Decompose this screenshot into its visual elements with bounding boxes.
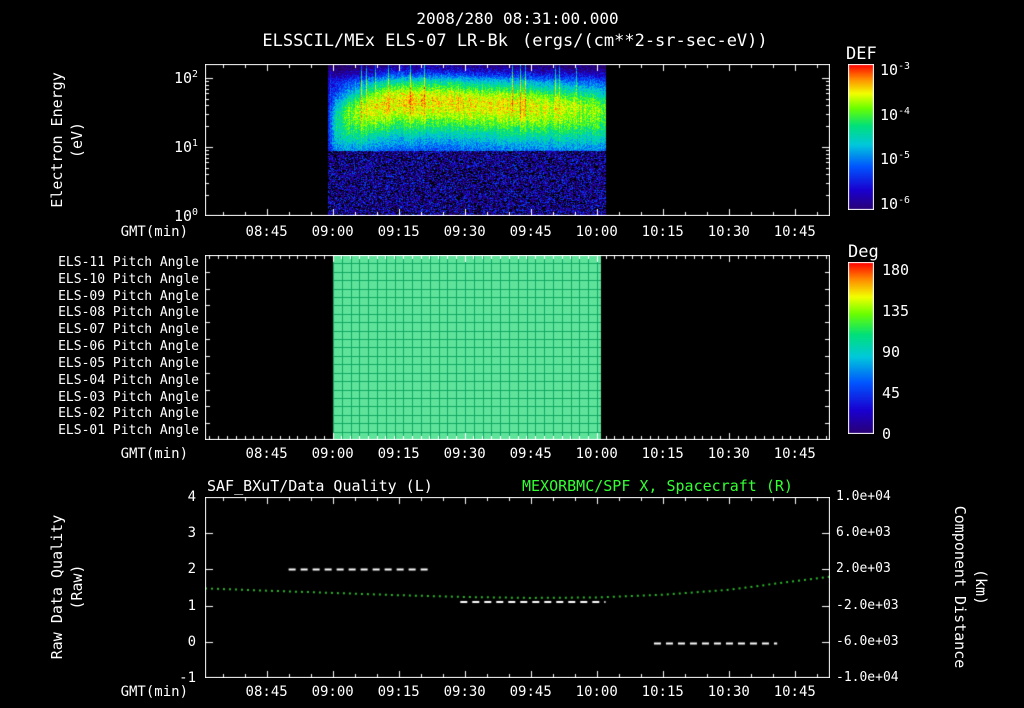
x-tick-label: 10:30 <box>707 446 750 462</box>
deg-colorbar-tick-label: 45 <box>882 384 901 402</box>
x-tick-label: 09:00 <box>311 224 354 240</box>
def-colorbar-tick-label: 10-5 <box>880 150 910 169</box>
energy-y-tick-label: 102 <box>173 68 198 87</box>
distance-y-tick-label: 6.0e+03 <box>836 525 891 541</box>
quality-y-tick-label: 0 <box>187 633 196 650</box>
pitch-angle-heatmap <box>205 255 830 440</box>
pitch-row-label: ELS-04 Pitch Angle <box>58 372 199 388</box>
right-y-axis-label: Component Distance <box>951 505 969 669</box>
pitch-row-label: ELS-01 Pitch Angle <box>58 423 199 439</box>
quality-y-tick-label: 3 <box>187 525 196 542</box>
x-tick-label: 09:45 <box>509 446 552 462</box>
x-axis-label: GMT(min) <box>120 446 188 462</box>
deg-colorbar-tick-label: 180 <box>882 261 910 279</box>
x-tick-label: 09:15 <box>377 446 420 462</box>
distance-y-tick-label: 2.0e+03 <box>836 561 891 577</box>
x-tick-label: 09:00 <box>311 446 354 462</box>
x-tick-label: 08:45 <box>245 684 288 700</box>
def-colorbar-title: DEF <box>846 44 877 64</box>
energy-y-tick-label: 100 <box>173 207 198 225</box>
pitch-row-label: ELS-10 Pitch Angle <box>58 271 199 287</box>
deg-colorbar-tick-label: 90 <box>882 343 901 361</box>
quality-y-tick-label: 1 <box>187 597 196 614</box>
pitch-row-label: ELS-02 Pitch Angle <box>58 406 199 422</box>
spectrogram-y-axis-label: Electron Energy <box>48 72 66 208</box>
pitch-row-label: ELS-11 Pitch Angle <box>58 255 199 270</box>
deg-colorbar <box>848 262 874 434</box>
distance-y-tick-label: -2.0e+03 <box>836 597 899 613</box>
instrument-title: ELSSCIL/MEx ELS-07 LR-Bk <box>262 31 508 51</box>
x-tick-label: 09:15 <box>377 224 420 240</box>
x-tick-label: 10:45 <box>773 224 816 240</box>
x-axis-label: GMT(min) <box>120 684 188 700</box>
science-plot-viewer: 2008/280 08:31:00.000 ELSSCIL/MEx ELS-07… <box>0 0 1024 708</box>
distance-y-tick-label: -6.0e+03 <box>836 633 899 649</box>
distance-y-tick-label: -1.0e+04 <box>836 670 899 685</box>
datetime-title: 2008/280 08:31:00.000 <box>416 9 619 28</box>
distance-y-tick-label: 1.0e+04 <box>836 489 891 504</box>
quality-y-tick-label: 2 <box>187 561 196 578</box>
def-colorbar-tick-label: 10-3 <box>880 61 910 79</box>
spectrogram-y-axis-units: (eV) <box>68 121 86 159</box>
pitch-row-label: ELS-05 Pitch Angle <box>58 355 199 371</box>
deg-colorbar-tick-label: 0 <box>882 425 892 443</box>
x-tick-label: 10:30 <box>707 224 750 240</box>
x-tick-label: 09:30 <box>443 446 486 462</box>
x-tick-label: 08:45 <box>245 224 288 240</box>
x-tick-label: 10:00 <box>575 684 618 700</box>
energy-y-tick-label: 101 <box>173 137 198 156</box>
x-tick-label: 09:45 <box>509 684 552 700</box>
x-tick-label: 09:00 <box>311 684 354 700</box>
left-series-title: SAF_BXuT/Data Quality (L) <box>207 477 433 495</box>
pitch-row-label: ELS-07 Pitch Angle <box>58 322 199 338</box>
deg-colorbar-tick-label: 135 <box>882 302 910 320</box>
x-tick-label: 10:15 <box>641 224 684 240</box>
right-series-title: MEXORBMC/SPF X, Spacecraft (R) <box>522 477 793 495</box>
x-tick-label: 09:30 <box>443 684 486 700</box>
pitch-row-label: ELS-09 Pitch Angle <box>58 288 199 304</box>
x-tick-label: 10:30 <box>707 684 750 700</box>
x-tick-label: 10:45 <box>773 446 816 462</box>
units-label: (ergs/(cm**2-sr-sec-eV)) <box>522 31 768 51</box>
deg-colorbar-title: Deg <box>848 242 879 262</box>
def-colorbar <box>848 64 874 210</box>
x-tick-label: 10:00 <box>575 446 618 462</box>
plot-title: ELSSCIL/MEx ELS-07 LR-Bk (ergs/(cm**2-sr-… <box>150 31 880 51</box>
x-tick-label: 10:15 <box>641 446 684 462</box>
quality-y-tick-label: 4 <box>187 489 196 505</box>
def-colorbar-tick-label: 10-4 <box>880 105 910 124</box>
x-tick-label: 09:45 <box>509 224 552 240</box>
quality-distance-plot <box>205 497 830 678</box>
x-tick-label: 10:00 <box>575 224 618 240</box>
pitch-row-label: ELS-03 Pitch Angle <box>58 389 199 405</box>
x-tick-label: 09:30 <box>443 224 486 240</box>
left-y-axis-label: Raw Data Quality <box>48 514 66 660</box>
x-tick-label: 10:15 <box>641 684 684 700</box>
x-tick-label: 08:45 <box>245 446 288 462</box>
quality-y-tick-label: -1 <box>179 670 196 686</box>
left-y-axis-units: (Raw) <box>68 564 86 610</box>
pitch-row-label: ELS-08 Pitch Angle <box>58 305 199 321</box>
x-tick-label: 10:45 <box>773 684 816 700</box>
def-colorbar-tick-label: 10-6 <box>880 195 910 213</box>
x-axis-label: GMT(min) <box>120 224 188 240</box>
pitch-row-label: ELS-06 Pitch Angle <box>58 339 199 355</box>
x-tick-label: 09:15 <box>377 684 420 700</box>
electron-energy-spectrogram <box>205 64 830 216</box>
right-y-axis-units: (km) <box>972 568 990 606</box>
